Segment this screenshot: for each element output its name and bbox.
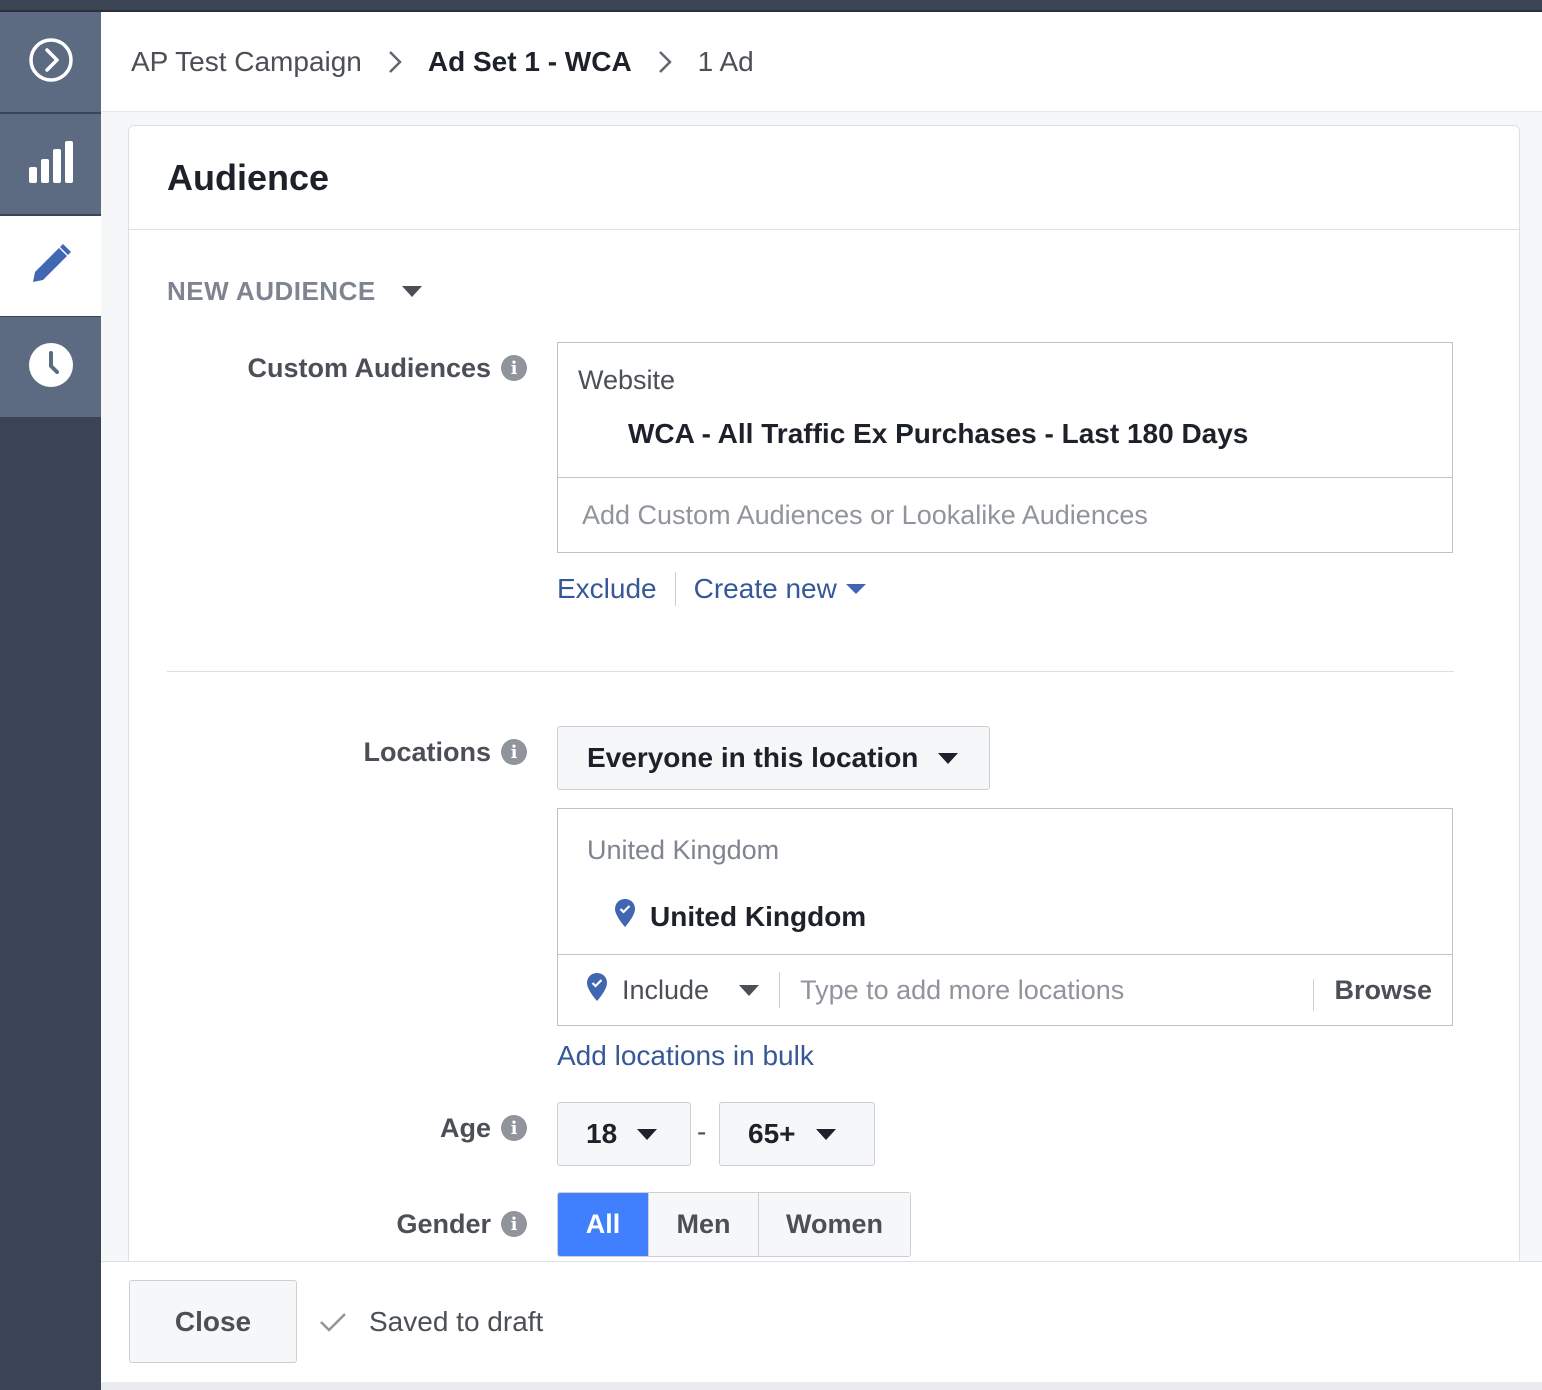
- bar-chart-icon: [27, 139, 75, 190]
- card-header: Audience: [129, 126, 1519, 230]
- browse-divider: [1313, 979, 1314, 1011]
- add-locations-bulk-link[interactable]: Add locations in bulk: [557, 1040, 814, 1072]
- info-icon[interactable]: i: [501, 1115, 527, 1141]
- top-bar: [0, 0, 1542, 12]
- edit-button[interactable]: [0, 216, 101, 316]
- custom-audience-links: Exclude Create new: [557, 572, 866, 606]
- footer-bar: Close Saved to draft: [101, 1261, 1542, 1382]
- chevron-right-icon: [658, 50, 672, 74]
- custom-audience-token[interactable]: WCA - All Traffic Ex Purchases - Last 18…: [628, 418, 1432, 450]
- history-button[interactable]: [0, 317, 101, 417]
- caret-down-icon: [401, 286, 422, 297]
- locations-box: United Kingdom United Kingdom Include Ty…: [557, 808, 1453, 1026]
- breadcrumb: AP Test Campaign Ad Set 1 - WCA 1 Ad: [101, 12, 1542, 112]
- location-token-label: United Kingdom: [650, 900, 867, 932]
- age-label: Age: [439, 1112, 491, 1143]
- pencil-icon: [29, 242, 73, 291]
- map-pin-icon: [586, 972, 608, 1009]
- map-pin-icon: [614, 898, 636, 935]
- reporting-button[interactable]: [0, 114, 101, 214]
- gender-all-button[interactable]: All: [558, 1193, 648, 1256]
- gender-men-button[interactable]: Men: [648, 1193, 758, 1256]
- custom-audiences-label: Custom Audiences: [247, 352, 491, 383]
- left-rail: [0, 12, 101, 1390]
- gender-women-button[interactable]: Women: [758, 1193, 910, 1256]
- age-max-dropdown[interactable]: 65+: [719, 1102, 875, 1166]
- breadcrumb-campaign[interactable]: AP Test Campaign: [131, 46, 362, 78]
- caret-down-icon: [938, 752, 959, 764]
- custom-audiences-box: Website WCA - All Traffic Ex Purchases -…: [557, 342, 1453, 553]
- section-divider: [167, 671, 1454, 672]
- location-search-input[interactable]: Type to add more locations: [800, 975, 1124, 1006]
- audience-card: Audience NEW AUDIENCE Custom Audiences i…: [128, 125, 1520, 1285]
- custom-audiences-selected: Website WCA - All Traffic Ex Purchases -…: [558, 343, 1452, 478]
- caret-down-icon: [739, 984, 760, 996]
- include-label: Include: [622, 974, 710, 1005]
- exclude-link[interactable]: Exclude: [557, 573, 657, 605]
- new-audience-toggle[interactable]: NEW AUDIENCE: [167, 276, 422, 307]
- breadcrumb-ad-set[interactable]: Ad Set 1 - WCA: [428, 46, 632, 78]
- locations-selected: United Kingdom United Kingdom: [558, 809, 1452, 955]
- expand-button[interactable]: [0, 12, 101, 112]
- create-new-link[interactable]: Create new: [694, 573, 837, 605]
- checkmark-icon: [319, 1311, 347, 1333]
- custom-audiences-label-row: Custom Audiences i: [167, 348, 527, 388]
- info-icon[interactable]: i: [501, 739, 527, 765]
- location-input-row: Include Type to add more locations Brows…: [558, 955, 1452, 1025]
- save-status-text: Saved to draft: [369, 1305, 544, 1337]
- caret-down-icon[interactable]: [845, 584, 866, 594]
- gender-label: Gender: [396, 1208, 491, 1239]
- main-panel: AP Test Campaign Ad Set 1 - WCA 1 Ad Aud…: [101, 12, 1542, 1382]
- age-min-dropdown[interactable]: 18: [557, 1102, 691, 1166]
- custom-audiences-input[interactable]: Add Custom Audiences or Lookalike Audien…: [558, 478, 1452, 552]
- input-divider: [779, 972, 781, 1008]
- include-dropdown[interactable]: Include: [586, 972, 760, 1009]
- close-button[interactable]: Close: [129, 1280, 297, 1363]
- info-icon[interactable]: i: [501, 1211, 527, 1237]
- location-category: United Kingdom: [587, 835, 780, 865]
- chevron-right-icon: [388, 50, 402, 74]
- locations-label-row: Locations i: [167, 732, 527, 772]
- age-min-value: 18: [586, 1118, 618, 1149]
- link-divider: [674, 572, 676, 606]
- location-type-dropdown[interactable]: Everyone in this location: [557, 726, 990, 790]
- custom-audience-category: Website: [578, 365, 676, 395]
- age-max-value: 65+: [748, 1118, 796, 1149]
- info-icon[interactable]: i: [501, 355, 527, 381]
- card-title: Audience: [167, 156, 330, 198]
- new-audience-label: NEW AUDIENCE: [167, 276, 376, 306]
- caret-down-icon: [815, 1128, 836, 1140]
- location-token[interactable]: United Kingdom: [614, 898, 1423, 935]
- age-label-row: Age i: [167, 1108, 527, 1148]
- gender-label-row: Gender i: [167, 1204, 527, 1244]
- browse-button[interactable]: Browse: [1334, 955, 1432, 1025]
- chevron-right-circle-icon: [27, 36, 75, 89]
- caret-down-icon: [637, 1128, 658, 1140]
- clock-icon: [27, 341, 75, 394]
- age-range-dash: -: [697, 1116, 707, 1147]
- breadcrumb-ad[interactable]: 1 Ad: [698, 46, 754, 78]
- gender-selector: All Men Women: [557, 1192, 911, 1257]
- location-type-value: Everyone in this location: [587, 742, 919, 773]
- save-status: Saved to draft: [319, 1280, 543, 1363]
- locations-label: Locations: [363, 736, 491, 767]
